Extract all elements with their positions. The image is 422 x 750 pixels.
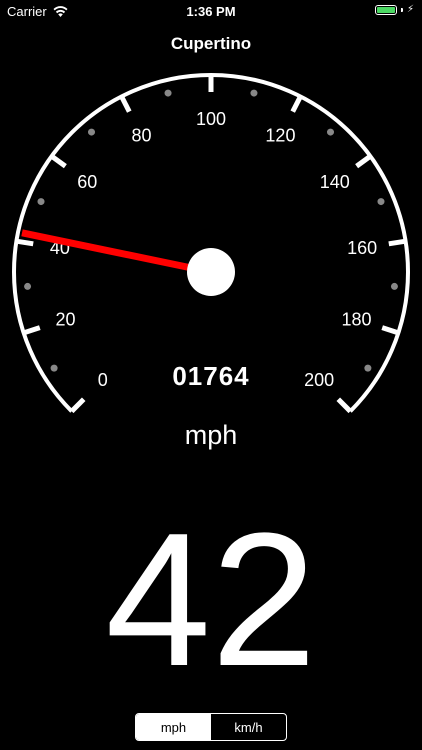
unit-label: mph	[184, 420, 238, 450]
gauge-minor-dot	[377, 198, 385, 206]
gauge-minor-dot	[250, 89, 258, 97]
gauge-minor-dot	[326, 128, 334, 136]
location-title: Cupertino	[170, 34, 252, 53]
gauge-label: 100	[196, 109, 226, 129]
battery-icon	[374, 4, 397, 15]
gauge-major-tick	[16, 238, 34, 247]
needle-hub	[187, 248, 235, 296]
gauge-major-tick	[388, 238, 406, 247]
gauge-minor-dot	[164, 89, 172, 97]
unit-segmented-control[interactable]: mph km/h	[135, 713, 287, 741]
gauge-minor-dot	[88, 128, 96, 136]
gauge-minor-dot	[37, 198, 45, 206]
battery-fill	[376, 6, 395, 13]
gauge-label: 160	[347, 238, 377, 258]
gauge-label: 80	[132, 126, 152, 146]
gauge-major-tick	[69, 397, 86, 414]
gauge-label: 180	[341, 309, 371, 329]
gauge-label: 140	[320, 172, 350, 192]
gauge-major-tick	[22, 325, 41, 336]
gauge-label: 120	[265, 126, 295, 146]
status-right: ⚡	[374, 4, 414, 15]
gauge-major-tick	[50, 154, 67, 169]
segment-kmh[interactable]: km/h	[211, 714, 286, 740]
speed-readout: 42	[105, 494, 317, 706]
status-bar: Carrier 1:36 PM ⚡	[0, 0, 422, 22]
gauge-minor-dot	[390, 282, 398, 290]
gauge-label: 20	[55, 309, 75, 329]
gauge-major-tick	[381, 325, 400, 336]
charging-bolt-icon: ⚡	[406, 4, 414, 15]
gauge-major-tick	[290, 95, 303, 113]
gauge-major-tick	[119, 95, 132, 113]
gauge-major-tick	[355, 154, 372, 169]
segment-mph[interactable]: mph	[136, 714, 211, 740]
gauge-label: 60	[77, 172, 97, 192]
gauge-major-tick	[336, 397, 353, 414]
gauge-minor-dot	[24, 282, 32, 290]
status-time: 1:36 PM	[186, 4, 236, 19]
battery-cap	[400, 7, 403, 12]
odometer: 01764	[172, 361, 250, 391]
